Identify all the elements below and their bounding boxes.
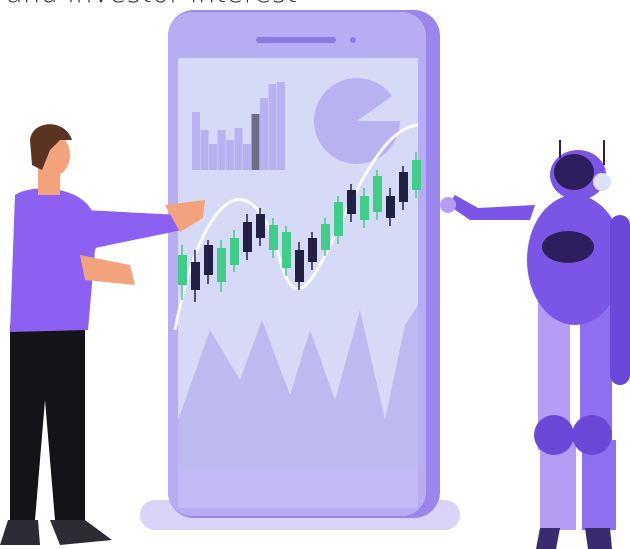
person-shoe-left	[0, 520, 40, 545]
candle-body	[230, 238, 239, 265]
candle-body	[399, 172, 408, 202]
mini-bar	[209, 144, 217, 170]
candle-body	[178, 255, 187, 285]
robot-foot-right	[585, 528, 612, 549]
mini-bar	[192, 112, 200, 170]
phone-speaker	[256, 37, 336, 43]
candle-body	[412, 160, 421, 190]
robot-knee-left	[534, 415, 574, 455]
mini-bar	[268, 84, 277, 170]
robot-presenting-icon	[440, 140, 630, 549]
person-arm-upper	[85, 210, 182, 248]
candle-body	[386, 196, 395, 218]
robot-knee-right	[572, 415, 612, 455]
mini-bar	[226, 140, 234, 170]
candle-body	[295, 250, 304, 282]
mini-bar	[217, 130, 226, 170]
mini-bar	[277, 82, 285, 170]
robot-hand	[440, 197, 456, 213]
mini-bar	[251, 114, 260, 170]
mini-bar	[260, 98, 268, 170]
robot-face	[554, 154, 594, 190]
candle-body	[282, 232, 291, 268]
person-shoe-right	[50, 520, 112, 545]
person-legs	[10, 320, 85, 520]
candle-body	[321, 224, 330, 250]
candle-body	[373, 176, 382, 212]
candle-body	[191, 262, 200, 290]
candle-body	[204, 245, 213, 275]
robot-arm	[448, 195, 535, 220]
phone-camera	[350, 37, 356, 43]
candle-body	[334, 202, 343, 236]
mini-bar	[234, 128, 243, 170]
candle-body	[308, 238, 317, 262]
robot-chest-plate	[542, 231, 594, 263]
candle-body	[269, 225, 278, 250]
candle-body	[360, 196, 369, 220]
candle-body	[256, 214, 265, 238]
mini-bar	[243, 144, 251, 170]
candle-body	[347, 190, 356, 214]
robot-ear	[593, 173, 611, 191]
phone-bottom-bar	[178, 468, 418, 508]
robot-foot-left	[536, 528, 560, 549]
candle-body	[243, 222, 252, 252]
illustration	[0, 10, 630, 549]
robot-arm-right	[610, 215, 630, 385]
mini-bar	[200, 130, 209, 170]
candle-body	[217, 248, 226, 282]
